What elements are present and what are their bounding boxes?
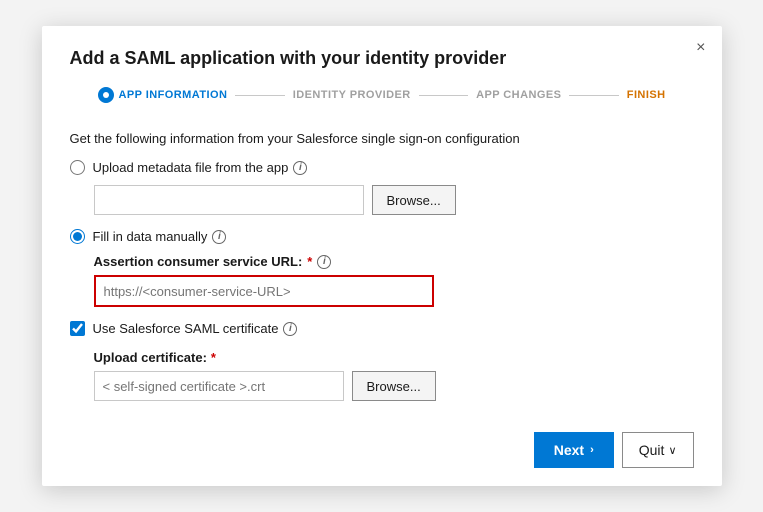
quit-label: Quit [639, 442, 665, 458]
fill-manually-label: Fill in data manually i [93, 229, 227, 244]
upload-cert-row: Browse... [94, 371, 694, 401]
cert-browse-button[interactable]: Browse... [352, 371, 436, 401]
upload-metadata-text: Upload metadata file from the app [93, 160, 289, 175]
metadata-file-input[interactable] [94, 185, 364, 215]
step-app-changes[interactable]: APP CHANGES [476, 89, 561, 101]
fill-manually-option[interactable]: Fill in data manually i [70, 229, 694, 244]
file-upload-row: Browse... [94, 185, 694, 215]
close-button[interactable]: × [696, 40, 705, 56]
assertion-label-text: Assertion consumer service URL: [94, 254, 303, 269]
saml-dialog: × Add a SAML application with your ident… [42, 26, 722, 486]
use-saml-cert-row[interactable]: Use Salesforce SAML certificate i [70, 321, 694, 336]
fill-manually-radio[interactable] [70, 229, 85, 244]
info-text: Get the following information from your … [70, 131, 694, 146]
dialog-footer: Next › Quit ∨ [42, 418, 722, 486]
upload-metadata-option[interactable]: Upload metadata file from the app i [70, 160, 694, 175]
cert-required-star: * [211, 350, 216, 365]
upload-metadata-info-icon: i [293, 161, 307, 175]
assertion-input-wrap [94, 275, 694, 307]
next-chevron-icon: › [590, 444, 594, 456]
assertion-label: Assertion consumer service URL: * i [94, 254, 694, 269]
assertion-section: Assertion consumer service URL: * i [94, 254, 694, 307]
step-line-1 [235, 95, 284, 96]
fill-manually-text: Fill in data manually [93, 229, 208, 244]
step-finish[interactable]: FINISH [627, 89, 666, 101]
quit-chevron-icon: ∨ [668, 444, 676, 457]
use-saml-cert-text: Use Salesforce SAML certificate [93, 321, 279, 336]
step-icon-dot [103, 92, 109, 98]
use-saml-cert-checkbox[interactable] [70, 321, 85, 336]
next-label: Next [554, 442, 584, 458]
dialog-header: Add a SAML application with your identit… [42, 26, 722, 131]
dialog-body: Get the following information from your … [42, 131, 722, 418]
upload-metadata-label: Upload metadata file from the app i [93, 160, 308, 175]
step-icon-app-information [98, 87, 114, 103]
use-saml-cert-label: Use Salesforce SAML certificate i [93, 321, 298, 336]
cert-file-input[interactable] [94, 371, 344, 401]
next-button[interactable]: Next › [534, 432, 614, 468]
assertion-info-icon: i [317, 255, 331, 269]
upload-cert-label-text: Upload certificate: [94, 350, 207, 365]
upload-metadata-radio[interactable] [70, 160, 85, 175]
metadata-browse-button[interactable]: Browse... [372, 185, 456, 215]
assertion-required-star: * [307, 254, 312, 269]
step-identity-provider[interactable]: IDENTITY PROVIDER [293, 89, 411, 101]
step-label-identity-provider: IDENTITY PROVIDER [293, 89, 411, 101]
step-line-3 [569, 95, 618, 96]
upload-cert-section: Upload certificate: * Browse... [94, 350, 694, 401]
assertion-url-input[interactable] [94, 275, 434, 307]
fill-manually-info-icon: i [212, 230, 226, 244]
step-label-app-information: APP INFORMATION [119, 89, 228, 101]
step-line-2 [419, 95, 468, 96]
upload-cert-label: Upload certificate: * [94, 350, 694, 365]
step-label-finish: FINISH [627, 89, 666, 101]
steps-bar: APP INFORMATION IDENTITY PROVIDER APP CH… [70, 87, 694, 119]
quit-button[interactable]: Quit ∨ [622, 432, 694, 468]
step-app-information[interactable]: APP INFORMATION [98, 87, 228, 103]
step-label-app-changes: APP CHANGES [476, 89, 561, 101]
saml-cert-info-icon: i [283, 322, 297, 336]
dialog-title: Add a SAML application with your identit… [70, 48, 694, 69]
